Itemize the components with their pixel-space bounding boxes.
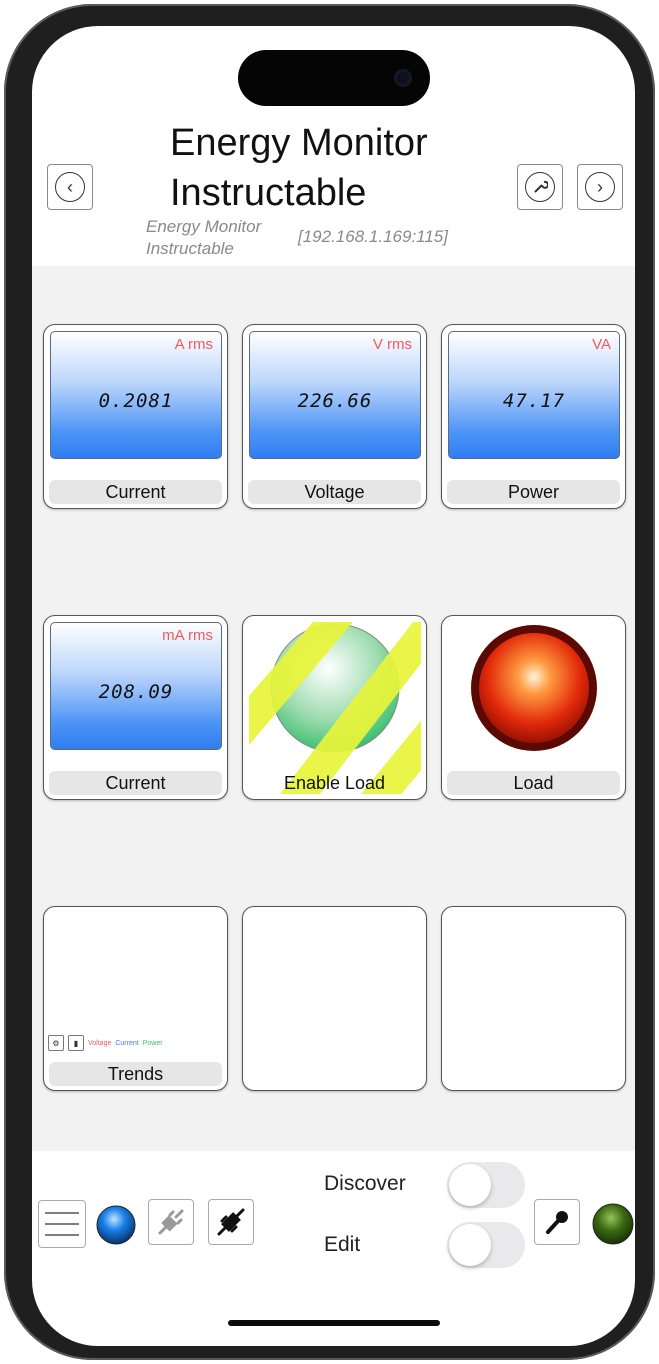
- tile-label: Enable Load: [283, 773, 386, 793]
- legend-current: Current: [115, 1039, 139, 1047]
- chevron-left-icon: ‹: [55, 172, 85, 202]
- chevron-right-icon: ›: [585, 172, 615, 202]
- widget-grid: A rms 0.2081 Current V rms 226.66 Voltag…: [32, 266, 635, 1151]
- app-screen: ‹ Energy Monitor Instructable › Energy M…: [32, 26, 635, 1346]
- current-ma-gauge: mA rms 208.09: [50, 622, 222, 750]
- gauge-value: 0.2081: [98, 390, 174, 412]
- discover-toggle[interactable]: [447, 1162, 525, 1208]
- settings-button[interactable]: [517, 164, 563, 210]
- voltage-gauge: V rms 226.66: [249, 331, 421, 459]
- load-led-tile[interactable]: Load: [441, 615, 626, 800]
- trends-chart-tile[interactable]: ⚙ ▮ Voltage Current Power Trends: [43, 906, 228, 1091]
- settings-icon[interactable]: ⚙: [48, 1035, 64, 1051]
- plug-disconnected-icon: [158, 1209, 184, 1235]
- gauge-unit: VA: [592, 336, 611, 353]
- menu-button[interactable]: [38, 1200, 86, 1248]
- toggle-knob: [449, 1164, 491, 1206]
- current-gauge: A rms 0.2081: [50, 331, 222, 459]
- gauge-unit: mA rms: [162, 627, 213, 644]
- voltage-gauge-tile[interactable]: V rms 226.66 Voltage: [242, 324, 427, 509]
- home-indicator: [228, 1320, 440, 1326]
- power-gauge: VA 47.17: [448, 331, 620, 459]
- forward-button[interactable]: ›: [577, 164, 623, 210]
- microphone-icon: [546, 1211, 568, 1234]
- edit-toggle[interactable]: [447, 1222, 525, 1268]
- device-name: Energy Monitor Instructable: [146, 216, 261, 260]
- enable-load-tile[interactable]: Enable Load: [242, 615, 427, 800]
- chart-legend: ⚙ ▮ Voltage Current Power: [48, 1035, 163, 1051]
- device-name-line2: Instructable: [146, 239, 234, 258]
- discover-label: Discover: [324, 1172, 406, 1195]
- gauge-value: 47.17: [502, 390, 566, 412]
- device-address: [192.168.1.169:115]: [298, 227, 448, 246]
- tile-label: Voltage: [248, 480, 421, 504]
- plug-connected-icon: [217, 1208, 245, 1236]
- empty-tile[interactable]: [242, 906, 427, 1091]
- gauge-unit: V rms: [372, 336, 412, 353]
- connect-button[interactable]: [208, 1199, 254, 1245]
- empty-tile[interactable]: [441, 906, 626, 1091]
- power-gauge-tile[interactable]: VA 47.17 Power: [441, 324, 626, 509]
- toggle-knob: [449, 1224, 491, 1266]
- activity-status-led: [592, 1203, 634, 1245]
- tile-label: Load: [447, 771, 620, 795]
- legend-voltage: Voltage: [88, 1039, 112, 1047]
- gauge-unit: A rms: [174, 336, 213, 353]
- hamburger-icon: [45, 1212, 79, 1236]
- phone-frame: ‹ Energy Monitor Instructable › Energy M…: [4, 4, 655, 1360]
- edit-label: Edit: [324, 1233, 361, 1256]
- tile-label: Power: [447, 480, 620, 504]
- tile-label: Trends: [49, 1062, 222, 1086]
- gauge-value: 226.66: [297, 390, 373, 412]
- trash-icon[interactable]: ▮: [68, 1035, 84, 1051]
- camera-icon: [394, 69, 412, 87]
- page-title: Energy Monitor Instructable: [170, 122, 428, 214]
- legend-power: Power: [142, 1039, 163, 1047]
- led-indicator: [471, 625, 597, 751]
- dynamic-island: [238, 50, 430, 106]
- tile-label: Current: [49, 480, 222, 504]
- tile-label: Current: [49, 771, 222, 795]
- current-gauge-tile[interactable]: A rms 0.2081 Current: [43, 324, 228, 509]
- device-name-line1: Energy Monitor: [146, 217, 262, 236]
- back-button[interactable]: ‹: [47, 164, 93, 210]
- voice-button[interactable]: [534, 1199, 580, 1245]
- wrench-icon: [525, 172, 555, 202]
- gauge-value: 208.09: [98, 681, 174, 703]
- current-ma-gauge-tile[interactable]: mA rms 208.09 Current: [43, 615, 228, 800]
- connection-status-led: [96, 1205, 136, 1245]
- disconnect-button[interactable]: [148, 1199, 194, 1245]
